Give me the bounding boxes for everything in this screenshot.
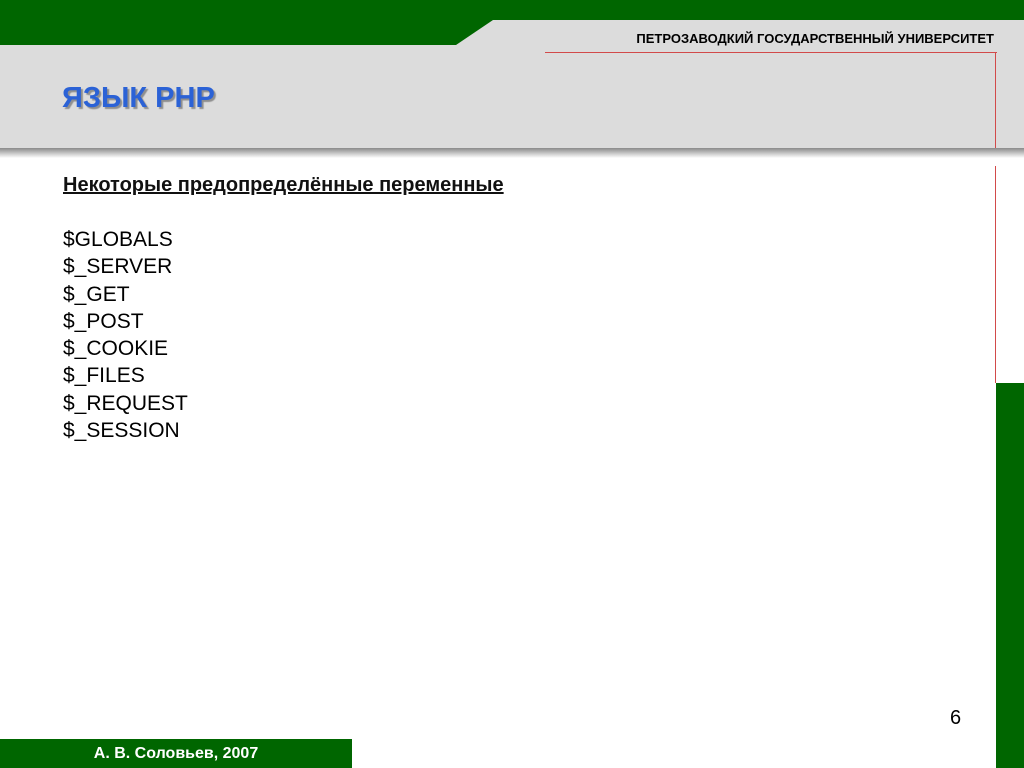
slide-title: ЯЗЫК PHP (62, 82, 215, 114)
variable-item: $_FILES (63, 364, 145, 388)
right-red-rule-upper (995, 52, 996, 148)
variable-item: $GLOBALS (63, 228, 173, 251)
header-shadow-divider (0, 148, 1024, 158)
slide-content: Некоторые предопределённые переменные $G… (63, 172, 963, 444)
variable-item: $_SESSION (63, 419, 180, 443)
predefined-variables-list: $GLOBALS $_SERVER $_GET $_POST $_COOKIE … (63, 226, 963, 444)
author-credit: А. В. Соловьев, 2007 (93, 745, 259, 762)
university-name: ПЕТРОЗАВОДКИЙ ГОСУДАРСТВЕННЫЙ УНИВЕРСИТЕ… (636, 31, 994, 46)
section-heading: Некоторые предопределённые переменные (63, 174, 504, 196)
page-number: 6 (950, 707, 962, 729)
variable-item: $_POST (63, 309, 144, 333)
header-red-rule (545, 52, 997, 53)
variable-item: $_COOKIE (63, 337, 169, 361)
variable-item: $_REQUEST (63, 391, 188, 415)
variable-item: $_SERVER (63, 255, 173, 279)
right-green-bar (996, 383, 1024, 768)
variable-item: $_GET (63, 282, 130, 306)
right-red-rule-lower (995, 166, 996, 383)
